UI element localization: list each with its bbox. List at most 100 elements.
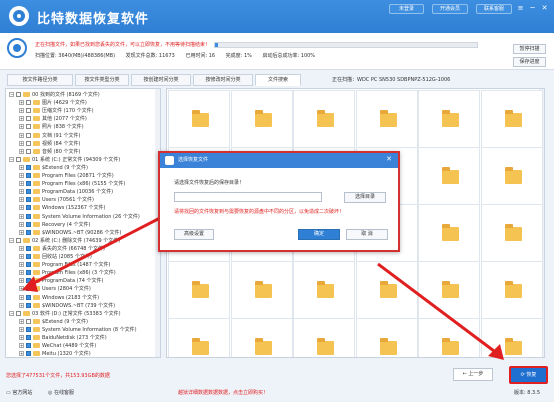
expand-icon[interactable]: + [19, 335, 24, 340]
tree-item[interactable]: + $WINDOWS.~BT (90286 个文件) [19, 229, 122, 237]
tree-item[interactable]: − 03 软件 (D:) 正常文件 (53383 个文件) [9, 310, 121, 318]
tree-checkbox[interactable] [26, 294, 31, 300]
tree-checkbox[interactable] [26, 100, 31, 106]
tree-item[interactable]: + 文档 (91 个文件) [19, 132, 80, 140]
tree-checkbox[interactable] [26, 148, 31, 154]
tree-item[interactable]: + 压缩文件 (170 个文件) [19, 107, 94, 115]
collapse-icon[interactable]: − [9, 310, 14, 316]
expand-icon[interactable]: + [19, 318, 24, 324]
expand-icon[interactable]: + [19, 351, 24, 357]
dialog-close-icon[interactable]: ✕ [386, 155, 392, 164]
expand-icon[interactable]: + [19, 148, 24, 154]
tree-item[interactable]: + 丢失的文件 (66748 个文件) [19, 245, 105, 253]
tree-item[interactable]: + Program Files (x86) (3 个文件) [19, 269, 116, 277]
tree-item[interactable]: + 回收站 (2085 个文件) [19, 253, 92, 261]
collapse-icon[interactable]: − [9, 92, 14, 97]
tree-item[interactable]: + Program Files (1487 个文件) [19, 261, 110, 269]
tree-item[interactable]: + 音频 (80 个文件) [19, 148, 80, 156]
expand-icon[interactable]: + [19, 262, 24, 268]
tree-checkbox[interactable] [26, 335, 31, 340]
folder-tile[interactable] [293, 318, 355, 357]
tree-checkbox[interactable] [26, 343, 31, 349]
tree-checkbox[interactable] [26, 351, 31, 357]
pause-scan-button[interactable]: 暂停扫描 [513, 44, 546, 54]
tree-checkbox[interactable] [26, 221, 31, 227]
website-link[interactable]: ▭ 官方网站 [6, 389, 32, 396]
recover-button[interactable]: ⟳ 恢复 [509, 366, 548, 384]
promo-notice[interactable]: 越狱详细数据数据数据，点击立即购买！ [178, 389, 268, 396]
tab-file-search[interactable]: 文件搜索 [255, 74, 301, 86]
tree-item[interactable]: + System Volume Information (26 个文件) [19, 213, 140, 221]
tab-by-path[interactable]: 按文件路径分类 [7, 74, 73, 86]
tab-by-created[interactable]: 按创建时间分类 [131, 74, 191, 86]
tree-item[interactable]: + Users (70561 个文件) [19, 196, 94, 204]
tree-item[interactable]: + 其他 (2077 个文件) [19, 115, 87, 123]
expand-icon[interactable]: + [19, 205, 24, 211]
tree-item[interactable]: + Users (2804 个文件) [19, 285, 91, 293]
tab-by-type[interactable]: 按文件类型分类 [75, 74, 129, 86]
tree-checkbox[interactable] [26, 254, 31, 259]
tree-checkbox[interactable] [16, 92, 21, 97]
tree-item[interactable]: + WeChat (4489 个文件) [19, 342, 96, 350]
login-button[interactable]: 未登录 [389, 4, 424, 14]
tree-checkbox[interactable] [26, 189, 31, 195]
tree-checkbox[interactable] [26, 245, 31, 251]
expand-icon[interactable]: + [19, 132, 24, 138]
tree-checkbox[interactable] [16, 310, 21, 316]
tree-item[interactable]: + Program Files (20871 个文件) [19, 172, 114, 180]
expand-icon[interactable]: + [19, 181, 24, 187]
expand-icon[interactable]: + [19, 286, 24, 292]
expand-icon[interactable]: + [19, 278, 24, 284]
save-path-input[interactable] [174, 192, 322, 202]
tree-checkbox[interactable] [26, 286, 31, 292]
folder-tile[interactable] [355, 318, 418, 357]
expand-icon[interactable]: + [19, 294, 24, 300]
tree-checkbox[interactable] [16, 237, 21, 243]
tree-checkbox[interactable] [26, 302, 31, 308]
expand-icon[interactable]: + [19, 270, 24, 276]
folder-tile[interactable] [418, 318, 480, 357]
tree-item[interactable]: + $WINDOWS.~BT (739 个文件) [19, 302, 115, 310]
expand-icon[interactable]: + [19, 254, 24, 259]
tree-checkbox[interactable] [26, 213, 31, 219]
tree-item[interactable]: + ProgramData (10036 个文件) [19, 188, 113, 196]
tree-checkbox[interactable] [26, 270, 31, 276]
close-icon[interactable]: ✕ [539, 4, 550, 14]
cancel-button[interactable]: 取 消 [346, 229, 388, 240]
tree-item[interactable]: + System Volume Information (8 个文件) [19, 326, 137, 334]
tree-checkbox[interactable] [26, 181, 31, 187]
expand-icon[interactable]: + [19, 326, 24, 332]
menu-icon[interactable]: ≡ [515, 4, 526, 14]
tree-item[interactable]: + $Extend (9 个文件) [19, 164, 88, 172]
tree-item[interactable]: + 视频 (84 个文件) [19, 140, 80, 148]
expand-icon[interactable]: + [19, 197, 24, 203]
expand-icon[interactable]: + [19, 221, 24, 227]
expand-icon[interactable]: + [19, 164, 24, 170]
expand-icon[interactable]: + [19, 245, 24, 251]
ok-button[interactable]: 确定 [298, 229, 340, 240]
tree-item[interactable]: + 照片 (838 个文件) [19, 123, 84, 131]
vip-button[interactable]: 开通会员 [432, 4, 468, 14]
tree-checkbox[interactable] [26, 262, 31, 268]
contact-support-button[interactable]: 联系客服 [476, 4, 512, 14]
folder-tile[interactable] [480, 318, 543, 357]
tree-checkbox[interactable] [26, 205, 31, 211]
tree-checkbox[interactable] [26, 318, 31, 324]
tree-checkbox[interactable] [26, 278, 31, 284]
collapse-icon[interactable]: − [9, 156, 14, 162]
expand-icon[interactable]: + [19, 189, 24, 195]
tree-item[interactable]: + ProgramData (74 个文件) [19, 277, 103, 285]
tree-item[interactable]: + Program Files (x86) (5155 个文件) [19, 180, 125, 188]
folder-tile[interactable] [168, 318, 230, 357]
tab-by-modified[interactable]: 按修改时间分类 [193, 74, 253, 86]
expand-icon[interactable]: + [19, 100, 24, 106]
tree-item[interactable]: + Windows (2183 个文件) [19, 294, 99, 302]
tree-checkbox[interactable] [26, 229, 31, 235]
expand-icon[interactable]: + [19, 140, 24, 146]
tree-checkbox[interactable] [26, 173, 31, 178]
expand-icon[interactable]: + [19, 213, 24, 219]
tree-item[interactable]: + 图片 (4629 个文件) [19, 99, 87, 107]
tree-checkbox[interactable] [26, 197, 31, 203]
expand-icon[interactable]: + [19, 108, 24, 114]
tree-checkbox[interactable] [16, 156, 21, 162]
